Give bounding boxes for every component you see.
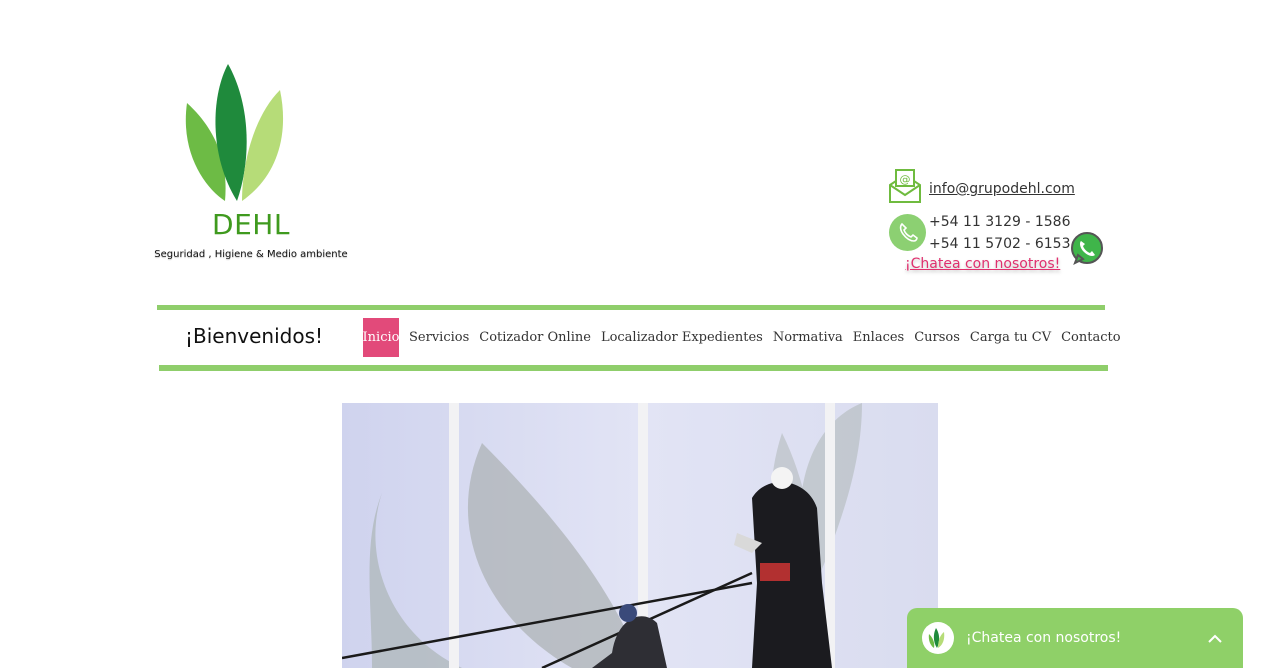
menu-item-inicio[interactable]: Inicio — [363, 318, 399, 357]
phone-number-2: +54 11 5702 - 6153 — [929, 236, 1071, 252]
chevron-up-icon[interactable] — [1207, 630, 1223, 649]
menu-item-carga-cv[interactable]: Carga tu CV — [965, 318, 1056, 357]
nav-divider-bottom — [159, 365, 1108, 371]
company-logo[interactable]: DEHL Seguridad , Higiene & Medio ambient… — [150, 58, 350, 268]
phone-icon — [889, 214, 926, 251]
hero-image — [342, 403, 938, 668]
phone-number-1: +54 11 3129 - 1586 — [929, 214, 1071, 230]
chat-widget-label: ¡Chatea con nosotros! — [966, 630, 1122, 646]
envelope-at-icon: @ — [888, 168, 922, 204]
leaf-logo-icon — [928, 628, 945, 648]
whatsapp-icon[interactable] — [1068, 230, 1106, 268]
leaf-logo-icon — [185, 64, 284, 201]
menu-item-enlaces[interactable]: Enlaces — [848, 318, 909, 357]
logo-name: DEHL — [212, 208, 290, 241]
logo-tagline: Seguridad , Higiene & Medio ambiente — [154, 249, 348, 260]
menu-item-localizador[interactable]: Localizador Expedientes — [596, 318, 768, 357]
chat-avatar — [922, 622, 954, 654]
menu-item-cursos[interactable]: Cursos — [909, 318, 965, 357]
nav-divider-top — [157, 305, 1105, 310]
chat-widget[interactable]: ¡Chatea con nosotros! — [907, 608, 1243, 668]
welcome-heading: ¡Bienvenidos! — [185, 324, 324, 348]
chat-link[interactable]: ¡Chatea con nosotros! — [905, 256, 1060, 272]
menu-item-cotizador[interactable]: Cotizador Online — [474, 318, 596, 357]
rope-access-workers-image — [342, 403, 938, 668]
main-menu: Inicio Servicios Cotizador Online Locali… — [363, 318, 1126, 357]
menu-item-normativa[interactable]: Normativa — [768, 318, 848, 357]
menu-item-servicios[interactable]: Servicios — [404, 318, 474, 357]
menu-item-contacto[interactable]: Contacto — [1056, 318, 1125, 357]
email-link[interactable]: info@grupodehl.com — [929, 181, 1075, 197]
svg-text:@: @ — [900, 173, 911, 186]
